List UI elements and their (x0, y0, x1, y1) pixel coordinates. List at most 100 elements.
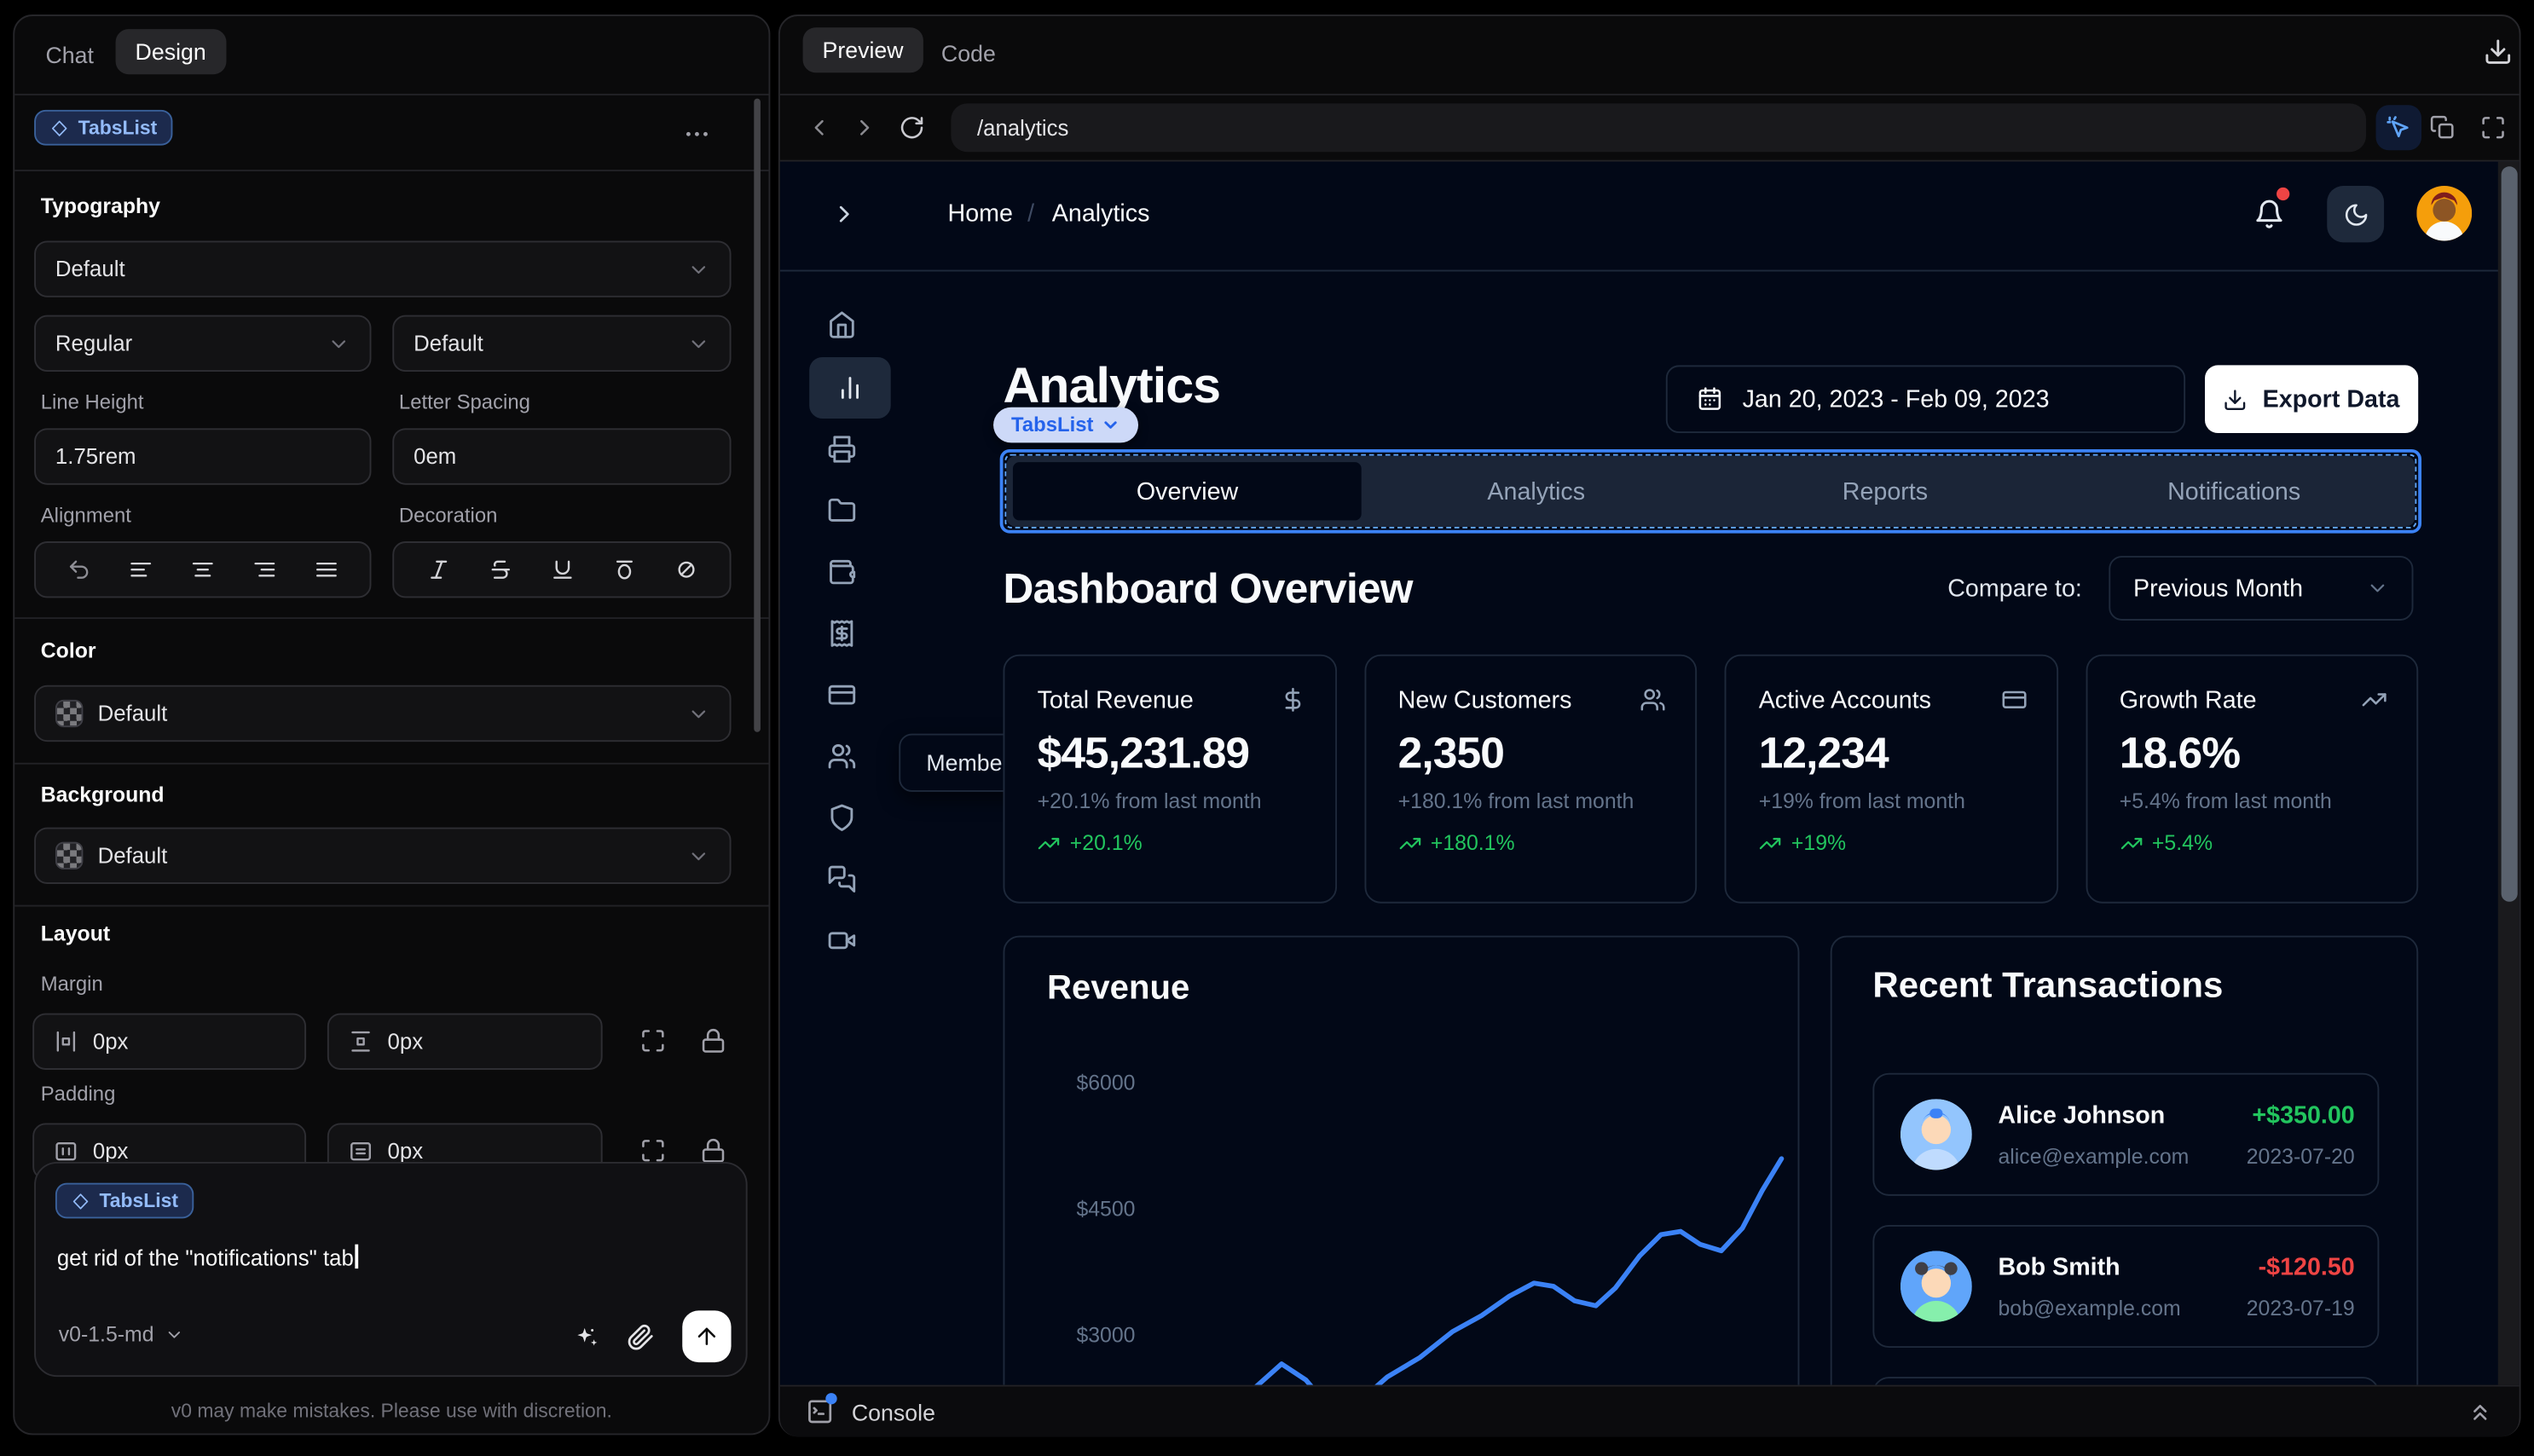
color-select[interactable]: Default (34, 685, 732, 742)
selected-element-chip[interactable]: TabsList (34, 109, 174, 146)
enhance-button[interactable] (573, 1325, 600, 1352)
avatar[interactable] (2416, 186, 2473, 241)
theme-toggle-button[interactable] (2327, 186, 2385, 243)
refresh-icon (900, 117, 923, 139)
padding-lock-button[interactable] (700, 1138, 726, 1164)
tab-notifications[interactable]: Notifications (2060, 462, 2409, 520)
alignment-group (34, 541, 372, 598)
align-left-icon[interactable] (129, 558, 153, 581)
panel-scrollbar[interactable] (754, 98, 761, 732)
overline-icon[interactable] (611, 558, 636, 581)
underline-icon[interactable] (550, 558, 575, 581)
margin-lock-button[interactable] (700, 1028, 726, 1054)
date-range-button[interactable]: Jan 20, 2023 - Feb 09, 2023 (1665, 365, 2186, 434)
users-icon (1640, 689, 1665, 711)
tab-preview[interactable]: Preview (802, 27, 923, 73)
fullscreen-button[interactable] (2480, 115, 2507, 141)
sidebar-item-analytics-active[interactable] (809, 356, 891, 419)
padding-expand-button[interactable] (640, 1138, 667, 1164)
chevron-down-icon (2370, 584, 2385, 592)
tab-code[interactable]: Code (941, 40, 996, 66)
copy-button[interactable] (2430, 115, 2456, 141)
sidebar-item-files[interactable] (827, 496, 856, 525)
sidebar-toggle-button[interactable] (830, 200, 858, 228)
tab-overview[interactable]: Overview (1012, 462, 1362, 521)
sidebar-item-security[interactable] (827, 803, 856, 832)
nav-back-button[interactable] (806, 115, 832, 141)
sidebar-item-members[interactable] (827, 742, 856, 771)
margin-x-input[interactable]: 0px (32, 1013, 307, 1070)
download-button[interactable] (2484, 38, 2513, 66)
console-bar[interactable]: Console (779, 1384, 2520, 1437)
attach-button[interactable] (627, 1324, 654, 1351)
export-data-button[interactable]: Export Data (2205, 365, 2419, 434)
breadcrumb-home[interactable]: Home (948, 200, 1013, 228)
line-height-input[interactable]: 1.75rem (34, 428, 372, 485)
chevron-down-icon (332, 339, 346, 348)
more-horizontal-icon (686, 131, 708, 136)
lock-icon (702, 1028, 725, 1053)
stat-card-active-accounts[interactable]: Active Accounts 12,234 +19% from last mo… (1724, 654, 2058, 904)
stat-card-total-revenue[interactable]: Total Revenue $45,231.89 +20.1% from las… (1003, 654, 1337, 904)
chevron-down-icon (167, 1331, 180, 1338)
design-mode-button[interactable] (2375, 105, 2422, 151)
transaction-row[interactable]: Alice Johnson alice@example.com +$350.00… (1872, 1072, 2380, 1196)
composer-element-chip[interactable]: TabsList (55, 1182, 195, 1219)
padding-label: Padding (40, 1083, 116, 1106)
sidebar-item-messages[interactable] (827, 864, 856, 893)
arrow-up-icon (697, 1327, 716, 1345)
revenue-line-chart (1254, 1156, 1785, 1385)
preview-scrollbar-thumb[interactable] (2500, 166, 2517, 902)
chevron-down-icon (1105, 421, 1118, 429)
avatar-image-alice (1900, 1099, 1972, 1170)
no-decoration-icon[interactable] (674, 558, 698, 581)
tab-chat[interactable]: Chat (45, 42, 93, 67)
align-right-icon[interactable] (252, 558, 277, 581)
chevron-right-icon (860, 119, 870, 136)
background-select[interactable]: Default (34, 827, 732, 884)
sidebar-item-cards[interactable] (827, 680, 856, 709)
url-input[interactable]: /analytics (951, 103, 2367, 153)
send-button[interactable] (682, 1310, 732, 1363)
align-center-icon[interactable] (190, 558, 215, 581)
more-menu-button[interactable] (682, 119, 711, 148)
composer-input[interactable]: get rid of the "notifications" tab (57, 1244, 358, 1270)
font-family-select[interactable]: Default (34, 240, 732, 298)
tab-reports[interactable]: Reports (1710, 462, 2059, 520)
sidebar-item-home[interactable] (827, 310, 856, 339)
compare-select[interactable]: Previous Month (2109, 556, 2414, 621)
margin-expand-button[interactable] (640, 1028, 667, 1054)
console-expand-button[interactable] (2467, 1400, 2493, 1425)
sidebar-item-wallet[interactable] (827, 558, 856, 586)
notifications-button[interactable] (2253, 187, 2290, 229)
stat-card-growth-rate[interactable]: Growth Rate 18.6% +5.4% from last month … (2085, 654, 2419, 904)
italic-icon[interactable] (425, 558, 450, 581)
refresh-button[interactable] (899, 115, 925, 141)
model-select[interactable]: v0-1.5-md (59, 1322, 183, 1346)
align-justify-icon[interactable] (314, 558, 338, 581)
letter-spacing-input[interactable]: 0em (392, 428, 732, 485)
tab-design[interactable]: Design (115, 29, 226, 75)
margin-vertical-icon (351, 1031, 370, 1052)
tab-analytics[interactable]: Analytics (1362, 462, 1710, 520)
margin-y-input[interactable]: 0px (327, 1013, 603, 1070)
strikethrough-icon[interactable] (488, 558, 512, 581)
nav-forward-button[interactable] (852, 115, 878, 141)
undo-icon[interactable] (67, 558, 92, 581)
transaction-row[interactable]: Bob Smith bob@example.com -$120.50 2023-… (1872, 1224, 2380, 1349)
credit-card-icon (828, 685, 856, 705)
divider (14, 93, 769, 95)
stat-card-new-customers[interactable]: New Customers 2,350 +180.1% from last mo… (1363, 654, 1698, 904)
console-icon-wrap (806, 1393, 837, 1425)
font-weight-select[interactable]: Regular (34, 315, 372, 373)
sidebar-item-reports[interactable] (827, 435, 856, 464)
chevron-down-icon (691, 265, 706, 274)
sidebar-item-video[interactable] (827, 926, 856, 955)
compare-label: Compare to: (1947, 575, 2082, 604)
selection-badge[interactable]: TabsList (993, 407, 1139, 443)
transaction-amount: +$350.00 (2252, 1101, 2355, 1130)
font-size-select[interactable]: Default (392, 315, 732, 373)
sidebar-item-invoices[interactable] (827, 619, 856, 648)
copy-icon (2430, 115, 2454, 139)
preview-viewport: Home / Analytics Members Analytics TabsL… (779, 161, 2520, 1385)
